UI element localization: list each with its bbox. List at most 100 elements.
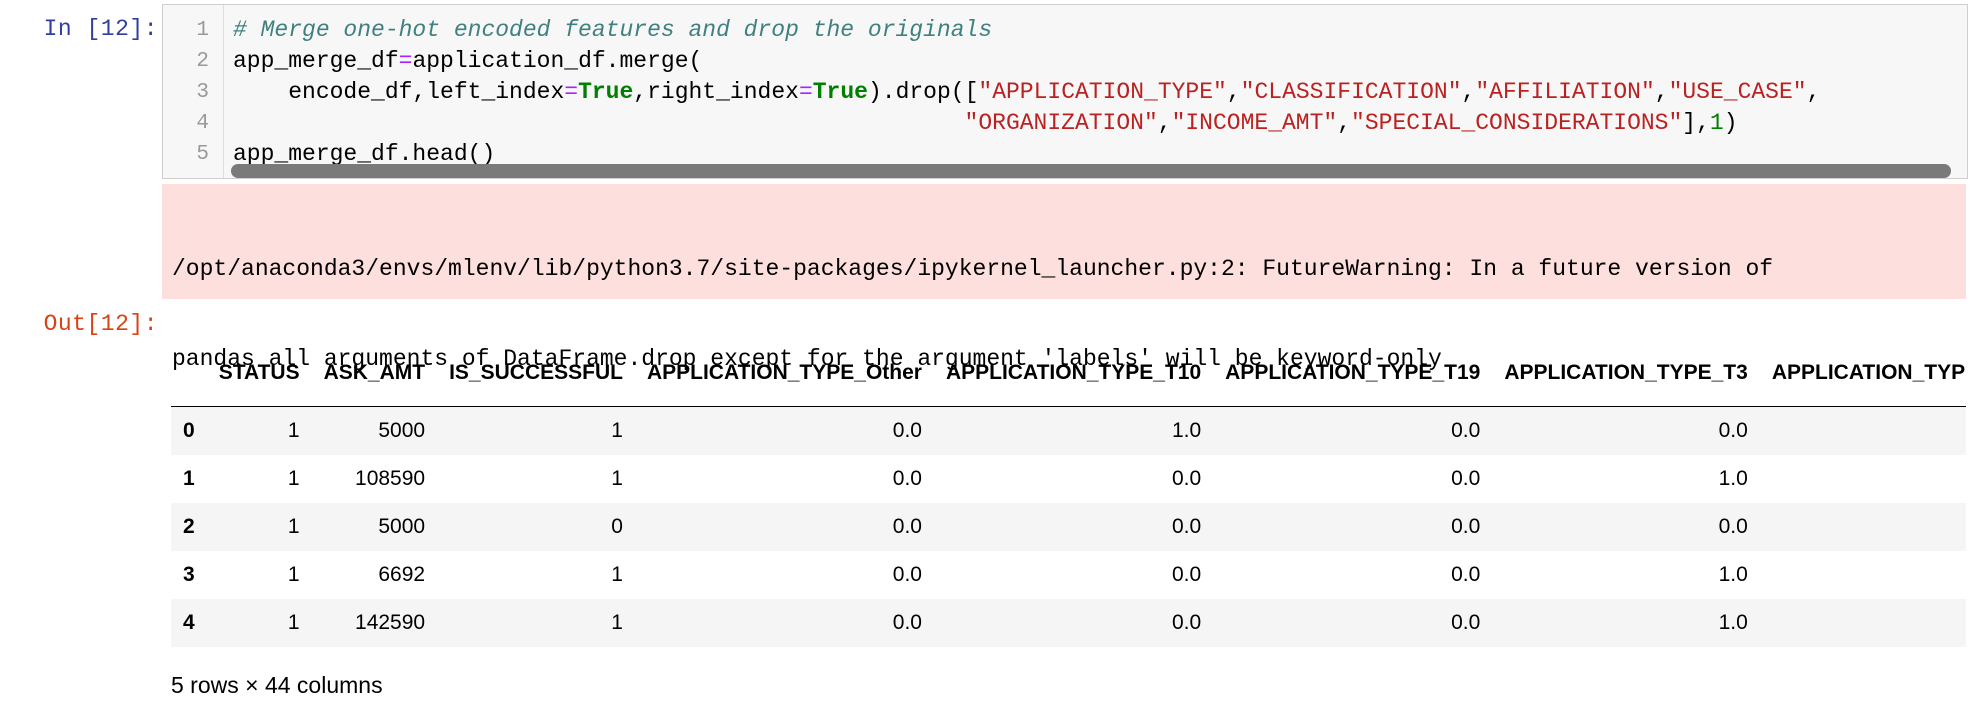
table-cell: 0.0 [892, 562, 922, 586]
line-number: 4 [196, 112, 209, 135]
code-token: app_merge_df [233, 48, 399, 74]
table-cell: 1 [611, 610, 623, 634]
table-row: 4 1 142590 1 0.0 0.0 0.0 1.0 [171, 598, 1966, 647]
dataframe-shape-label: 5 rows × 44 columns [171, 672, 383, 698]
table-cell: 0.0 [1451, 514, 1481, 538]
column-header: STATUS [206, 340, 312, 407]
code-editor[interactable]: 1 # Merge one-hot encoded features and dr… [162, 4, 1968, 179]
table-cell: 1 [611, 466, 623, 490]
table-cell: 0.0 [892, 418, 922, 442]
index-header [171, 340, 207, 407]
code-line[interactable]: "ORGANIZATION","INCOME_AMT","SPECIAL_CON… [233, 110, 1738, 136]
table-cell: 0.0 [892, 466, 922, 490]
column-header: IS_SUCCESSFUL [437, 340, 635, 407]
code-token: True [812, 79, 868, 105]
code-token: , [1226, 79, 1241, 105]
table-cell: 1 [287, 562, 300, 586]
row-index: 3 [183, 562, 195, 586]
table-cell: 0.0 [1171, 514, 1202, 538]
table-cell [1760, 599, 1966, 647]
table-cell: 0.0 [1718, 418, 1748, 442]
code-token: # Merge one-hot encoded features and dro… [233, 17, 993, 43]
table-cell: 0.0 [892, 610, 922, 634]
table-cell: 0.0 [1171, 466, 1202, 490]
table-cell: 0.0 [1451, 418, 1481, 442]
table-cell: 1.0 [1718, 466, 1748, 490]
table-cell: 0.0 [892, 514, 922, 538]
table-cell: 1.0 [1718, 562, 1748, 586]
table-cell [1760, 455, 1966, 503]
dataframe-output: STATUS ASK_AMT IS_SUCCESSFUL APPLICATION… [171, 340, 1966, 650]
code-token: 1 [1709, 110, 1724, 136]
table-cell: 1.0 [1171, 418, 1202, 442]
line-number: 5 [196, 143, 209, 166]
table-row: 1 1 108590 1 0.0 0.0 0.0 1.0 [171, 455, 1966, 503]
code-line[interactable]: # Merge one-hot encoded features and dro… [233, 17, 992, 43]
code-token: ], [1682, 110, 1710, 136]
column-header: APPLICATION_TYPE_T4 [1759, 340, 1966, 407]
table-cell: 1 [611, 562, 623, 586]
code-token: , [1337, 110, 1352, 136]
code-token: , [1461, 79, 1476, 105]
table-cell: 1 [287, 610, 300, 634]
table-cell: 1 [611, 418, 623, 442]
code-token: = [564, 79, 579, 105]
output-prompt: Out[12]: [43, 311, 158, 337]
column-header: APPLICATION_TYPE_T10 [933, 340, 1214, 407]
warning-line: /opt/anaconda3/envs/mlenv/lib/python3.7/… [172, 256, 1774, 282]
table-cell: 142590 [355, 610, 426, 634]
table-cell [1760, 551, 1966, 599]
line-number: 3 [196, 81, 209, 104]
code-token: , [1157, 110, 1172, 136]
table-cell [1760, 407, 1966, 455]
code-token: "CLASSIFICATION" [1240, 79, 1462, 105]
code-line[interactable]: app_merge_df=application_df.merge( [233, 48, 702, 74]
table-cell: 5000 [378, 418, 426, 442]
code-token: ,right_index [633, 79, 799, 105]
table-cell: 0 [611, 514, 623, 538]
horizontal-scrollbar[interactable] [231, 164, 1951, 178]
row-index: 1 [183, 466, 195, 490]
stderr-warning-output: /opt/anaconda3/envs/mlenv/lib/python3.7/… [162, 184, 1966, 372]
code-token: application_df.merge( [412, 48, 703, 74]
table-cell: 0.0 [1171, 610, 1202, 634]
table-cell: 0.0 [1171, 562, 1202, 586]
table-cell: 1.0 [1718, 610, 1748, 634]
code-token: encode_df,left_index [233, 79, 565, 105]
code-token: = [798, 79, 813, 105]
table-cell: 0.0 [1451, 466, 1481, 490]
input-prompt: In [12]: [43, 16, 158, 42]
table-cell: 1 [287, 514, 300, 538]
table-cell: 1 [287, 466, 300, 490]
code-token: , [1806, 79, 1821, 105]
table-row: 0 1 5000 1 0.0 1.0 0.0 0.0 [171, 406, 1966, 455]
table-row: 2 1 5000 0 0.0 0.0 0.0 0.0 [171, 502, 1966, 551]
line-number: 2 [196, 50, 209, 73]
code-token: , [1654, 79, 1669, 105]
code-token: "USE_CASE" [1668, 79, 1807, 105]
line-number: 1 [196, 19, 209, 42]
column-header: ASK_AMT [311, 340, 438, 407]
row-index: 0 [183, 418, 195, 442]
table-cell [1760, 503, 1966, 551]
row-index: 4 [183, 610, 195, 634]
code-token: "SPECIAL_CONSIDERATIONS" [1351, 110, 1683, 136]
code-token: = [398, 48, 413, 74]
code-token: "APPLICATION_TYPE" [978, 79, 1227, 105]
code-line[interactable]: encode_df,left_index=True,right_index=Tr… [233, 79, 1820, 105]
code-token: ) [1723, 110, 1738, 136]
table-cell: 0.0 [1451, 610, 1481, 634]
table-cell: 108590 [355, 466, 426, 490]
code-token: "ORGANIZATION" [964, 110, 1158, 136]
dataframe-table: STATUS ASK_AMT IS_SUCCESSFUL APPLICATION… [171, 340, 1966, 647]
column-header: APPLICATION_TYPE_T19 [1213, 340, 1493, 407]
header-row: STATUS ASK_AMT IS_SUCCESSFUL APPLICATION… [171, 340, 1966, 407]
column-header: APPLICATION_TYPE_T3 [1492, 340, 1760, 407]
table-cell: 0.0 [1718, 514, 1748, 538]
code-token: "AFFILIATION" [1475, 79, 1655, 105]
table-cell: 5000 [378, 514, 426, 538]
column-header: APPLICATION_TYPE_Other [634, 340, 934, 407]
code-token: "INCOME_AMT" [1171, 110, 1338, 136]
table-cell: 0.0 [1451, 562, 1481, 586]
